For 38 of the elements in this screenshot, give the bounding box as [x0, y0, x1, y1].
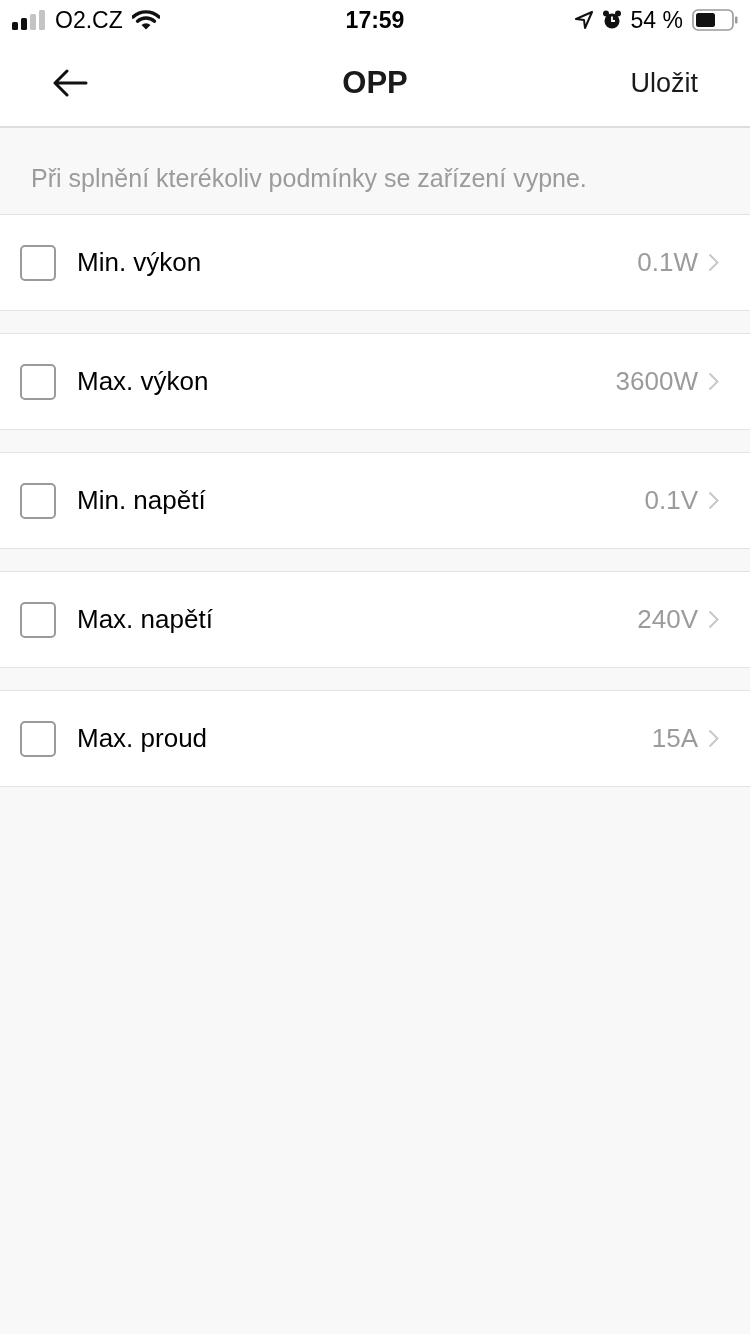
- battery-percentage: 54 %: [630, 8, 683, 32]
- battery-icon: [692, 9, 738, 31]
- back-button[interactable]: [52, 69, 88, 97]
- checkbox[interactable]: [20, 244, 56, 281]
- checkbox[interactable]: [20, 601, 56, 638]
- chevron-right-icon: [708, 610, 719, 629]
- wifi-icon: [131, 10, 160, 30]
- condition-value: 15A: [651, 722, 698, 755]
- condition-value: 0.1W: [637, 246, 698, 279]
- chevron-right-icon: [708, 729, 719, 748]
- checkbox[interactable]: [20, 482, 56, 519]
- checkbox[interactable]: [20, 720, 56, 757]
- page-title: OPP: [342, 63, 408, 102]
- condition-label: Max. výkon: [77, 365, 210, 398]
- condition-label: Min. výkon: [77, 246, 203, 279]
- carrier-name: O2.CZ: [55, 8, 123, 32]
- condition-row[interactable]: Max. výkon 3600W: [0, 333, 750, 430]
- condition-value: 0.1V: [644, 484, 698, 517]
- location-arrow-icon: [574, 11, 593, 29]
- hint-text: Při splnění kterékoliv podmínky se zařízení vypne.: [31, 163, 588, 194]
- back-arrow-icon: [52, 69, 88, 97]
- condition-label: Max. proud: [77, 722, 209, 755]
- save-button[interactable]: Uložit: [630, 69, 698, 97]
- chevron-right-icon: [708, 491, 719, 510]
- alarm-clock-icon: [601, 10, 622, 30]
- condition-value: 240V: [637, 603, 698, 636]
- condition-row[interactable]: Min. výkon 0.1W: [0, 214, 750, 311]
- condition-value: 3600W: [615, 365, 698, 398]
- checkbox[interactable]: [20, 363, 56, 400]
- condition-row[interactable]: Max. proud 15A: [0, 690, 750, 787]
- condition-label: Max. napětí: [77, 603, 214, 636]
- chevron-right-icon: [708, 372, 719, 391]
- signal-icon: [12, 10, 46, 30]
- condition-row[interactable]: Max. napětí 240V: [0, 571, 750, 668]
- condition-label: Min. napětí: [77, 484, 207, 517]
- chevron-right-icon: [708, 253, 719, 272]
- clock-time: 17:59: [345, 8, 405, 32]
- condition-row[interactable]: Min. napětí 0.1V: [0, 452, 750, 549]
